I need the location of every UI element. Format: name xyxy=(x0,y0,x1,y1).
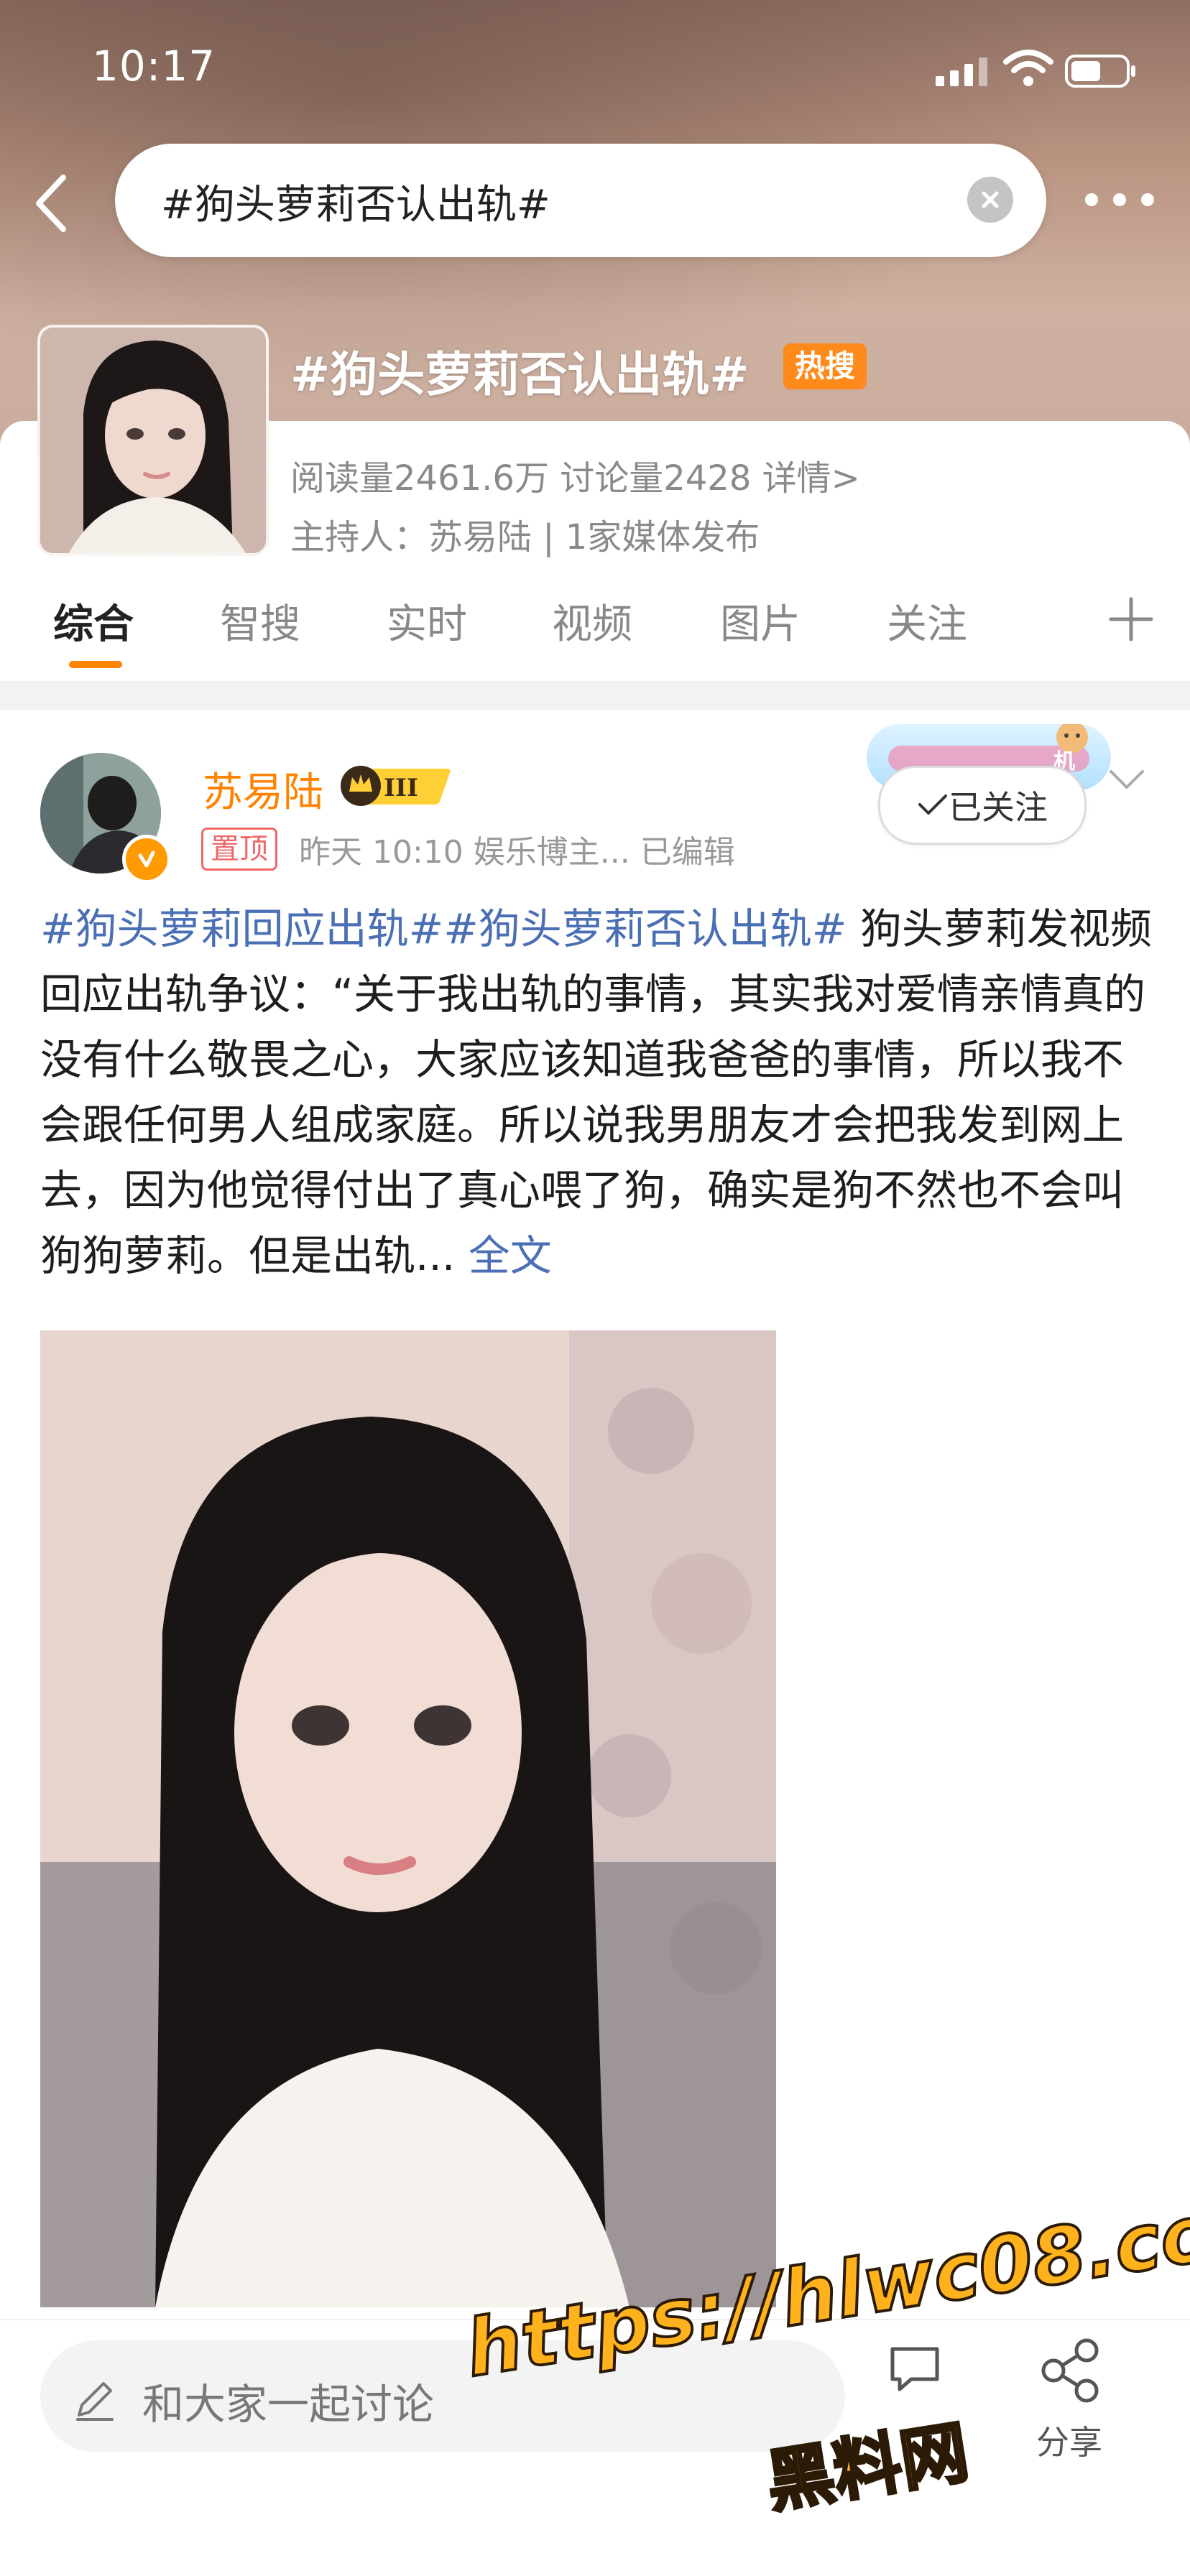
crown-level-text: III xyxy=(384,774,418,802)
tab-smart-search[interactable]: 智搜 xyxy=(220,592,300,650)
cellular-signal-icon xyxy=(936,57,987,86)
topic-thumbnail[interactable] xyxy=(37,325,269,556)
more-dot-icon xyxy=(1113,193,1126,206)
tab-video[interactable]: 视频 xyxy=(552,592,632,650)
tab-images[interactable]: 图片 xyxy=(720,592,801,650)
status-time: 10:17 xyxy=(92,42,216,91)
topic-host: 主持人：苏易陆 | 1家媒体发布 xyxy=(290,517,760,557)
share-label: 分享 xyxy=(1036,2423,1102,2462)
portrait-photo xyxy=(40,1330,776,2307)
hot-search-badge: 热搜 xyxy=(783,343,867,389)
verified-badge-icon xyxy=(122,835,171,884)
close-icon xyxy=(982,191,999,208)
post-topic-links[interactable]: #狗头萝莉回应出轨##狗头萝莉否认出轨# xyxy=(40,904,847,953)
battery-icon xyxy=(1065,55,1135,88)
more-options-button[interactable] xyxy=(1085,178,1154,221)
topic-title: #狗头萝莉否认出轨# xyxy=(290,347,749,402)
more-dot-icon xyxy=(1085,193,1098,206)
section-divider xyxy=(0,681,1190,710)
tab-following[interactable]: 关注 xyxy=(887,592,967,650)
search-query-text: #狗头萝莉否认出轨# xyxy=(161,182,550,228)
clear-search-button[interactable] xyxy=(967,177,1013,223)
add-tab-button[interactable] xyxy=(1105,593,1157,645)
crown-level-badge-icon: III xyxy=(341,766,451,806)
checkmark-icon xyxy=(918,794,947,815)
post-meta: 昨天 10:10 娱乐博主... 已编辑 xyxy=(299,834,735,871)
topic-stats[interactable]: 阅读量2461.6万 讨论量2428 详情> xyxy=(290,450,860,500)
tab-realtime[interactable]: 实时 xyxy=(387,592,467,650)
pen-icon xyxy=(76,2382,114,2421)
portrait-image xyxy=(40,328,266,553)
more-dot-icon xyxy=(1141,193,1154,206)
pinned-tag: 置顶 xyxy=(201,828,277,871)
comment-placeholder: 和大家一起讨论 xyxy=(142,2380,435,2429)
full-text-link[interactable]: 全文 xyxy=(469,1231,552,1280)
back-button[interactable] xyxy=(26,171,76,236)
follow-button-label: 已关注 xyxy=(949,788,1048,827)
share-icon[interactable] xyxy=(1035,2335,1107,2406)
chevron-down-icon[interactable] xyxy=(1107,764,1147,794)
wifi-icon xyxy=(1003,50,1053,86)
follow-button[interactable]: 已关注 xyxy=(878,766,1087,845)
tab-comprehensive[interactable]: 综合 xyxy=(53,592,134,650)
checkmark-icon xyxy=(138,851,155,868)
active-tab-indicator xyxy=(69,661,122,668)
author-name[interactable]: 苏易陆 xyxy=(203,760,323,818)
chevron-left-icon xyxy=(36,175,66,232)
post-image[interactable] xyxy=(40,1330,776,2307)
search-input[interactable]: #狗头萝莉否认出轨# xyxy=(115,144,1046,257)
post-body: #狗头萝莉回应出轨##狗头萝莉否认出轨# 狗头萝莉发视频回应出轨争议：“关于我出… xyxy=(40,896,1154,1289)
post-body-text: 狗头萝莉发视频回应出轨争议：“关于我出轨的事情，其实我对爱情亲情真的没有什么敬畏… xyxy=(40,904,1152,1280)
comment-icon[interactable] xyxy=(882,2335,947,2399)
